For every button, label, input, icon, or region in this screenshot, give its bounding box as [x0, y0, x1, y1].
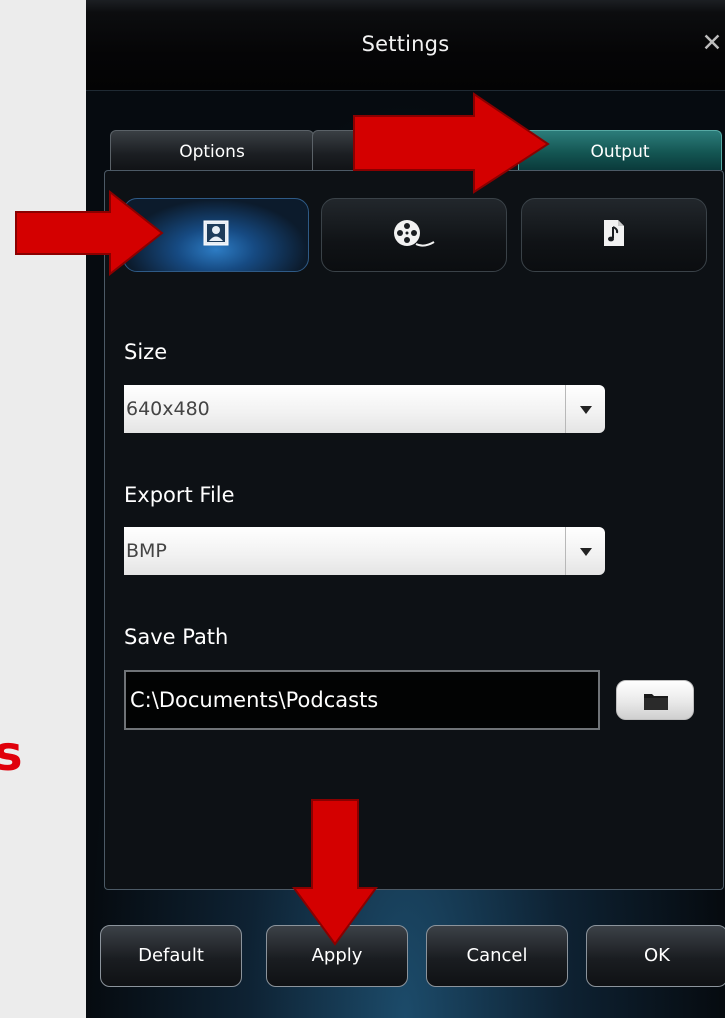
export-file-select[interactable]: BMP — [124, 527, 605, 575]
default-button[interactable]: Default — [100, 925, 242, 987]
tab-output-label: Output — [590, 142, 650, 162]
size-label: Size — [124, 340, 168, 364]
subtab-video[interactable] — [321, 198, 507, 272]
annotation-arrow-image — [15, 190, 164, 276]
annotation-arrow-output — [353, 92, 550, 194]
size-select-value: 640x480 — [126, 398, 210, 420]
page-fragment-text: s — [0, 726, 23, 782]
save-path-field[interactable] — [124, 670, 600, 730]
ok-button[interactable]: OK — [586, 925, 725, 987]
annotation-arrow-apply — [292, 799, 378, 946]
export-file-label: Export File — [124, 483, 235, 507]
size-select[interactable]: 640x480 — [124, 385, 605, 433]
tab-options-label: Options — [179, 142, 245, 162]
browse-folder-button[interactable] — [616, 680, 694, 720]
subtab-audio[interactable] — [521, 198, 707, 272]
chevron-down-icon[interactable] — [565, 527, 605, 575]
save-path-label: Save Path — [124, 625, 229, 649]
export-file-select-value: BMP — [126, 540, 167, 562]
music-file-icon — [603, 219, 625, 251]
tab-options[interactable]: Options — [110, 130, 314, 170]
cancel-button[interactable]: Cancel — [426, 925, 568, 987]
dialog-title: Settings — [361, 32, 450, 56]
close-icon[interactable]: ✕ — [701, 30, 723, 56]
title-bar: Settings ✕ — [86, 0, 725, 91]
film-reel-icon — [392, 218, 436, 252]
save-path-input[interactable] — [130, 686, 590, 714]
picture-icon — [203, 220, 229, 250]
chevron-down-icon[interactable] — [565, 385, 605, 433]
